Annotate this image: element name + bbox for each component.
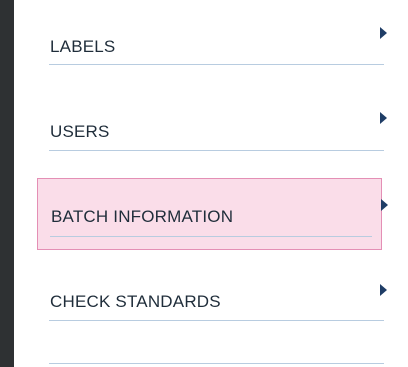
menu-item-label: BATCH INFORMATION (51, 207, 234, 226)
chevron-right-icon (380, 27, 387, 39)
menu-item-divider (50, 236, 372, 237)
menu-item-divider (49, 363, 384, 364)
chevron-right-icon (380, 112, 387, 124)
menu-item-batch-information[interactable]: BATCH INFORMATION (37, 178, 388, 250)
menu-item-divider (49, 64, 384, 65)
menu-item-labels[interactable]: LABELS (14, 0, 408, 85)
settings-menu-panel: LABELS USERS BATCH INFORMATION CHECK STA… (14, 0, 408, 367)
chevron-right-icon (380, 284, 387, 296)
chevron-right-icon (381, 199, 388, 211)
menu-item-users[interactable]: USERS (14, 85, 408, 170)
menu-item-partial[interactable] (14, 345, 408, 367)
menu-item-label: USERS (50, 122, 110, 141)
menu-item-check-standards[interactable]: CHECK STANDARDS (14, 255, 408, 340)
menu-item-label: LABELS (50, 37, 116, 56)
menu-item-divider (49, 150, 384, 151)
menu-item-divider (49, 320, 384, 321)
menu-item-label: CHECK STANDARDS (50, 292, 221, 311)
